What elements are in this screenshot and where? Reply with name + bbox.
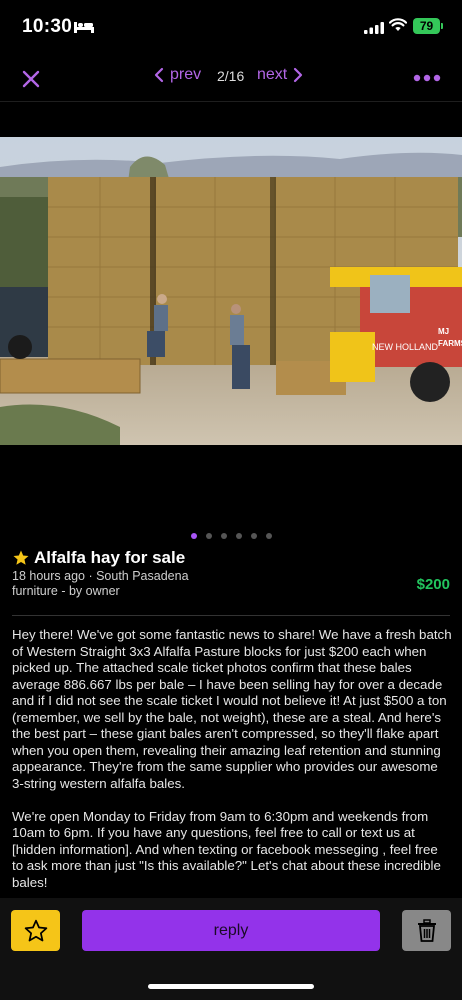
listing-title-row: Alfalfa hay for sale [12, 548, 185, 568]
photo-counter: 2/16 [217, 68, 245, 84]
description-paragraph: We're open Monday to Friday from 9am to … [12, 808, 441, 890]
listing-price: $200 [416, 576, 450, 593]
pagination-dot[interactable] [265, 533, 272, 539]
star-icon [13, 550, 29, 565]
star-outline-icon [24, 919, 47, 941]
delete-button[interactable] [402, 910, 451, 951]
status-time: 10:30 [22, 16, 73, 37]
svg-text:FARMS: FARMS [438, 339, 462, 348]
gallery-pagination [0, 533, 462, 539]
close-button[interactable] [18, 66, 44, 92]
pagination-dot[interactable] [205, 533, 212, 539]
chevron-left-icon [154, 67, 164, 83]
prev-button[interactable]: prev [154, 66, 201, 84]
favorite-button[interactable] [11, 910, 60, 951]
description-paragraph: Hey there! We've got some fantastic news… [12, 627, 452, 791]
pagination-dot[interactable] [190, 533, 197, 539]
more-icon [413, 74, 441, 82]
action-bar: reply [0, 898, 462, 1000]
signal-icon [364, 21, 384, 39]
listing-description: Hey there! We've got some fantastic news… [12, 627, 452, 908]
listing-time-location: 18 hours ago · South Pasadena [12, 569, 189, 583]
listing-photo[interactable]: NEW HOLLAND MJ FARMS [0, 137, 462, 445]
reply-button[interactable]: reply [82, 910, 380, 951]
trash-icon [417, 918, 436, 942]
wifi-icon [388, 18, 408, 37]
svg-text:NEW HOLLAND: NEW HOLLAND [372, 342, 439, 352]
reply-label: reply [213, 921, 249, 939]
next-label: next [257, 66, 288, 83]
status-bar: 10:30 79 [0, 0, 462, 56]
pagination-dot[interactable] [220, 533, 227, 539]
battery-tip [441, 23, 443, 29]
battery-indicator: 79 [413, 18, 440, 34]
home-indicator [148, 984, 314, 989]
nav-bar: prev 2/16 next [0, 56, 462, 102]
svg-text:MJ: MJ [438, 327, 449, 336]
more-options-button[interactable] [412, 68, 442, 88]
hay-bales-photo: NEW HOLLAND MJ FARMS [0, 137, 462, 445]
listing-title: Alfalfa hay for sale [34, 548, 186, 567]
pagination-dot[interactable] [235, 533, 242, 539]
listing-category: furniture - by owner [12, 584, 120, 598]
bed-icon [74, 19, 94, 38]
chevron-right-icon [294, 67, 303, 83]
close-icon [22, 70, 40, 88]
prev-label: prev [170, 66, 202, 83]
next-button[interactable]: next [257, 66, 303, 84]
divider [12, 615, 450, 616]
pagination-dot[interactable] [250, 533, 257, 539]
